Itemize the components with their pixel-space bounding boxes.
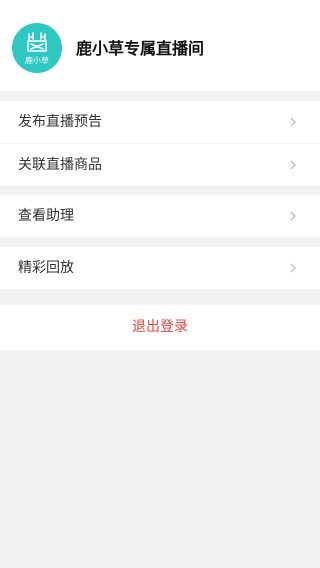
chevron-right-icon [290,117,296,127]
brand-logo-text: 鹿小草 [25,56,49,65]
menu-item-label: 关联直播商品 [18,157,102,173]
menu-item-publish-preview[interactable]: 发布直播预告 [0,101,320,143]
menu-item-replays[interactable]: 精彩回放 [0,247,320,289]
menu-group-live: 发布直播预告 关联直播商品 [0,101,320,186]
chevron-right-icon [290,263,296,273]
menu-item-label: 发布直播预告 [18,114,102,130]
chevron-right-icon [290,211,296,221]
menu-item-link-products[interactable]: 关联直播商品 [0,143,320,186]
chevron-right-icon [290,160,296,170]
profile-header: 鹿小草 鹿小草专属直播间 [0,0,320,91]
menu-group-replay: 精彩回放 [0,247,320,289]
menu-item-label: 精彩回放 [18,260,74,276]
brand-logo: 鹿小草 [12,23,62,73]
menu-item-view-assistant[interactable]: 查看助理 [0,195,320,237]
menu-item-label: 查看助理 [18,208,74,224]
page-title: 鹿小草专属直播间 [76,39,205,58]
logout-button[interactable]: 退出登录 [0,305,320,350]
menu-group-assistant: 查看助理 [0,195,320,237]
